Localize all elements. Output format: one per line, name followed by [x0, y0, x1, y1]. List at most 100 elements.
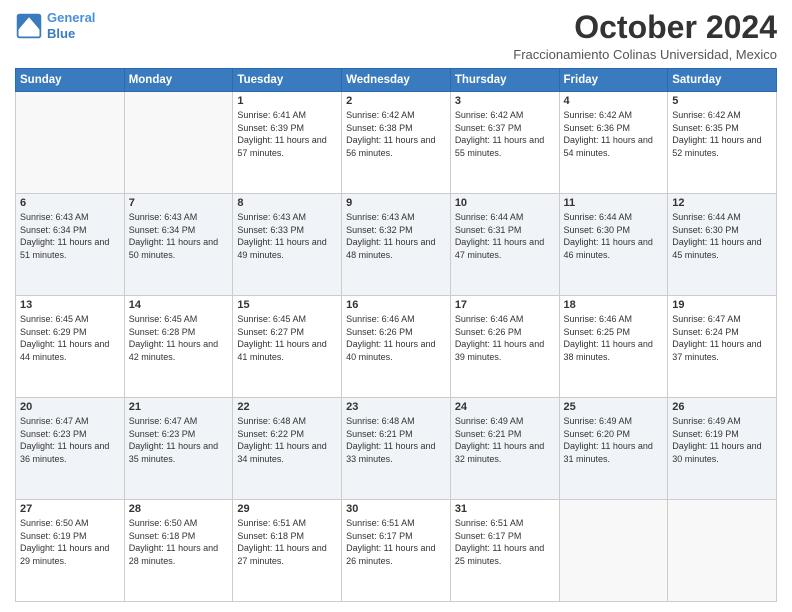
day-info: Sunrise: 6:43 AMSunset: 6:32 PMDaylight:…: [346, 211, 446, 261]
calendar-cell: 28 Sunrise: 6:50 AMSunset: 6:18 PMDayligh…: [124, 500, 233, 602]
calendar-cell: 9 Sunrise: 6:43 AMSunset: 6:32 PMDaylight…: [342, 194, 451, 296]
day-number: 20: [20, 401, 120, 413]
day-info: Sunrise: 6:41 AMSunset: 6:39 PMDaylight:…: [237, 109, 337, 159]
day-number: 25: [564, 401, 664, 413]
col-header-sunday: Sunday: [16, 69, 125, 92]
calendar-cell: 21 Sunrise: 6:47 AMSunset: 6:23 PMDayligh…: [124, 398, 233, 500]
day-number: 17: [455, 299, 555, 311]
day-number: 18: [564, 299, 664, 311]
day-info: Sunrise: 6:46 AMSunset: 6:26 PMDaylight:…: [346, 313, 446, 363]
day-info: Sunrise: 6:45 AMSunset: 6:28 PMDaylight:…: [129, 313, 229, 363]
day-info: Sunrise: 6:44 AMSunset: 6:30 PMDaylight:…: [564, 211, 664, 261]
day-number: 4: [564, 95, 664, 107]
day-info: Sunrise: 6:47 AMSunset: 6:23 PMDaylight:…: [129, 415, 229, 465]
day-number: 23: [346, 401, 446, 413]
day-info: Sunrise: 6:49 AMSunset: 6:21 PMDaylight:…: [455, 415, 555, 465]
day-info: Sunrise: 6:47 AMSunset: 6:23 PMDaylight:…: [20, 415, 120, 465]
col-header-saturday: Saturday: [668, 69, 777, 92]
day-info: Sunrise: 6:48 AMSunset: 6:22 PMDaylight:…: [237, 415, 337, 465]
day-info: Sunrise: 6:45 AMSunset: 6:27 PMDaylight:…: [237, 313, 337, 363]
header: General Blue October 2024 Fraccionamient…: [15, 10, 777, 62]
calendar-table: SundayMondayTuesdayWednesdayThursdayFrid…: [15, 68, 777, 602]
calendar-cell: 11 Sunrise: 6:44 AMSunset: 6:30 PMDayligh…: [559, 194, 668, 296]
logo: General Blue: [15, 10, 95, 41]
calendar-cell: 23 Sunrise: 6:48 AMSunset: 6:21 PMDayligh…: [342, 398, 451, 500]
day-info: Sunrise: 6:42 AMSunset: 6:38 PMDaylight:…: [346, 109, 446, 159]
month-title: October 2024: [513, 10, 777, 45]
calendar-cell: 13Sunrise: 6:45 AMSunset: 6:29 PMDayligh…: [16, 296, 125, 398]
calendar-cell: 18 Sunrise: 6:46 AMSunset: 6:25 PMDayligh…: [559, 296, 668, 398]
day-info: Sunrise: 6:48 AMSunset: 6:21 PMDaylight:…: [346, 415, 446, 465]
calendar-cell: 2 Sunrise: 6:42 AMSunset: 6:38 PMDaylight…: [342, 92, 451, 194]
calendar-week-row: 6 Sunrise: 6:43 AMSunset: 6:34 PMDaylight…: [16, 194, 777, 296]
col-header-thursday: Thursday: [450, 69, 559, 92]
calendar-cell: 19Sunrise: 6:47 AMSunset: 6:24 PMDayligh…: [668, 296, 777, 398]
day-number: 9: [346, 197, 446, 209]
day-info: Sunrise: 6:51 AMSunset: 6:17 PMDaylight:…: [455, 517, 555, 567]
calendar-cell: 17 Sunrise: 6:46 AMSunset: 6:26 PMDayligh…: [450, 296, 559, 398]
day-info: Sunrise: 6:49 AMSunset: 6:19 PMDaylight:…: [672, 415, 772, 465]
calendar-cell: 14 Sunrise: 6:45 AMSunset: 6:28 PMDayligh…: [124, 296, 233, 398]
calendar-cell: 6 Sunrise: 6:43 AMSunset: 6:34 PMDaylight…: [16, 194, 125, 296]
calendar-cell: 27 Sunrise: 6:50 AMSunset: 6:19 PMDayligh…: [16, 500, 125, 602]
day-info: Sunrise: 6:46 AMSunset: 6:25 PMDaylight:…: [564, 313, 664, 363]
day-number: 5: [672, 95, 772, 107]
day-number: 2: [346, 95, 446, 107]
calendar-cell: [124, 92, 233, 194]
day-number: 15: [237, 299, 337, 311]
calendar-cell: 3 Sunrise: 6:42 AMSunset: 6:37 PMDaylight…: [450, 92, 559, 194]
day-number: 24: [455, 401, 555, 413]
calendar-cell: 26 Sunrise: 6:49 AMSunset: 6:19 PMDayligh…: [668, 398, 777, 500]
day-info: Sunrise: 6:46 AMSunset: 6:26 PMDaylight:…: [455, 313, 555, 363]
day-number: 11: [564, 197, 664, 209]
day-number: 13: [20, 299, 120, 311]
day-number: 1: [237, 95, 337, 107]
day-number: 7: [129, 197, 229, 209]
page: General Blue October 2024 Fraccionamient…: [0, 0, 792, 612]
calendar-cell: 29Sunrise: 6:51 AMSunset: 6:18 PMDayligh…: [233, 500, 342, 602]
location-title: Fraccionamiento Colinas Universidad, Mex…: [513, 47, 777, 62]
day-info: Sunrise: 6:44 AMSunset: 6:30 PMDaylight:…: [672, 211, 772, 261]
calendar-header-row: SundayMondayTuesdayWednesdayThursdayFrid…: [16, 69, 777, 92]
col-header-tuesday: Tuesday: [233, 69, 342, 92]
day-number: 8: [237, 197, 337, 209]
calendar-cell: 15 Sunrise: 6:45 AMSunset: 6:27 PMDayligh…: [233, 296, 342, 398]
day-number: 14: [129, 299, 229, 311]
calendar-cell: 25 Sunrise: 6:49 AMSunset: 6:20 PMDayligh…: [559, 398, 668, 500]
calendar-cell: 12Sunrise: 6:44 AMSunset: 6:30 PMDayligh…: [668, 194, 777, 296]
day-info: Sunrise: 6:50 AMSunset: 6:19 PMDaylight:…: [20, 517, 120, 567]
day-number: 10: [455, 197, 555, 209]
calendar-cell: 20 Sunrise: 6:47 AMSunset: 6:23 PMDayligh…: [16, 398, 125, 500]
logo-general: General: [47, 10, 95, 25]
calendar-cell: 30 Sunrise: 6:51 AMSunset: 6:17 PMDayligh…: [342, 500, 451, 602]
calendar-cell: 8 Sunrise: 6:43 AMSunset: 6:33 PMDaylight…: [233, 194, 342, 296]
calendar-cell: [668, 500, 777, 602]
day-number: 6: [20, 197, 120, 209]
day-number: 26: [672, 401, 772, 413]
day-info: Sunrise: 6:43 AMSunset: 6:34 PMDaylight:…: [129, 211, 229, 261]
calendar-cell: 24 Sunrise: 6:49 AMSunset: 6:21 PMDayligh…: [450, 398, 559, 500]
day-info: Sunrise: 6:50 AMSunset: 6:18 PMDaylight:…: [129, 517, 229, 567]
calendar-week-row: 27 Sunrise: 6:50 AMSunset: 6:19 PMDayligh…: [16, 500, 777, 602]
calendar-week-row: 13Sunrise: 6:45 AMSunset: 6:29 PMDayligh…: [16, 296, 777, 398]
col-header-friday: Friday: [559, 69, 668, 92]
calendar-week-row: 20 Sunrise: 6:47 AMSunset: 6:23 PMDayligh…: [16, 398, 777, 500]
day-info: Sunrise: 6:49 AMSunset: 6:20 PMDaylight:…: [564, 415, 664, 465]
day-number: 21: [129, 401, 229, 413]
day-number: 27: [20, 503, 120, 515]
calendar-week-row: 1 Sunrise: 6:41 AMSunset: 6:39 PMDaylight…: [16, 92, 777, 194]
day-info: Sunrise: 6:51 AMSunset: 6:18 PMDaylight:…: [237, 517, 337, 567]
logo-text: General Blue: [47, 10, 95, 41]
calendar-cell: 1 Sunrise: 6:41 AMSunset: 6:39 PMDaylight…: [233, 92, 342, 194]
day-info: Sunrise: 6:42 AMSunset: 6:37 PMDaylight:…: [455, 109, 555, 159]
day-info: Sunrise: 6:43 AMSunset: 6:34 PMDaylight:…: [20, 211, 120, 261]
day-info: Sunrise: 6:43 AMSunset: 6:33 PMDaylight:…: [237, 211, 337, 261]
day-info: Sunrise: 6:44 AMSunset: 6:31 PMDaylight:…: [455, 211, 555, 261]
day-info: Sunrise: 6:51 AMSunset: 6:17 PMDaylight:…: [346, 517, 446, 567]
day-number: 28: [129, 503, 229, 515]
calendar-cell: 22 Sunrise: 6:48 AMSunset: 6:22 PMDayligh…: [233, 398, 342, 500]
day-number: 22: [237, 401, 337, 413]
calendar-cell: 5Sunrise: 6:42 AMSunset: 6:35 PMDaylight…: [668, 92, 777, 194]
day-number: 30: [346, 503, 446, 515]
day-number: 3: [455, 95, 555, 107]
